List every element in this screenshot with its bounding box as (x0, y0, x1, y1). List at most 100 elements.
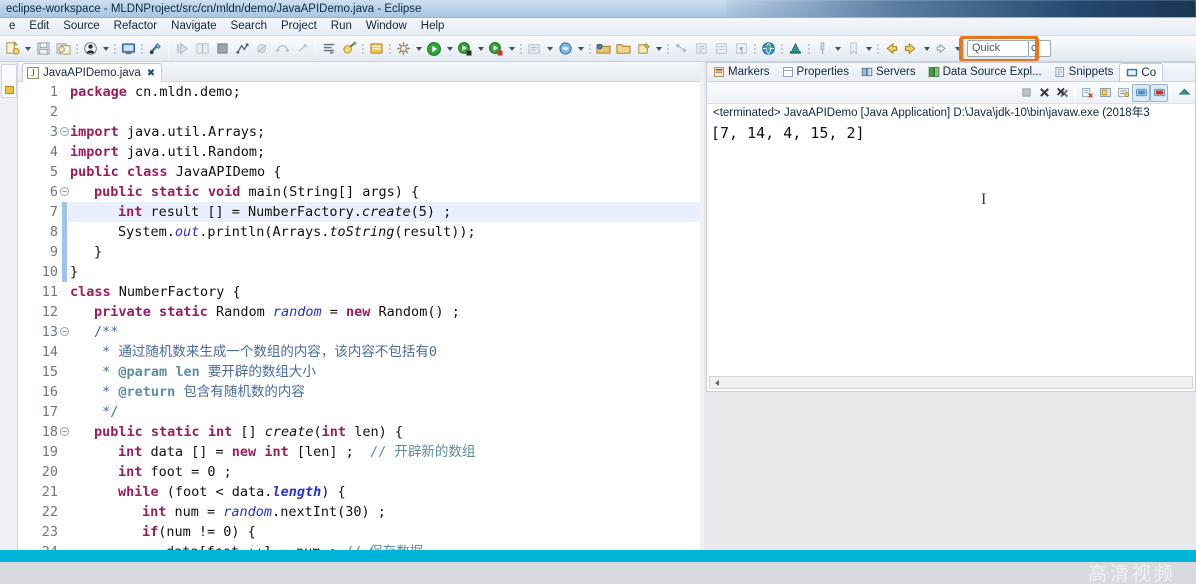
menu-item-window[interactable]: Window (359, 18, 414, 35)
console-output-text[interactable]: [7, 14, 4, 15, 2] (711, 123, 1191, 371)
skip-breakpoints-icon[interactable] (252, 39, 272, 59)
tab-snippets[interactable]: Snippets (1048, 63, 1120, 81)
scroll-lock-icon[interactable] (1096, 84, 1114, 102)
bookmark-icon[interactable] (843, 39, 863, 59)
disconnect-icon[interactable] (272, 39, 292, 59)
menu-item-search[interactable]: Search (224, 18, 274, 35)
person-icon[interactable] (80, 39, 100, 59)
tab-properties[interactable]: Properties (776, 63, 855, 81)
open-type-icon[interactable] (555, 39, 575, 59)
pin-dropdown-arrow[interactable] (832, 39, 843, 59)
menu-item-help[interactable]: Help (414, 18, 452, 35)
code-line: if(num != 0) { (142, 524, 256, 540)
pilcrow-icon[interactable]: ¶ (731, 39, 751, 59)
new-wizard-dropdown-arrow[interactable] (22, 39, 33, 59)
remove-terminated-icon[interactable] (292, 39, 312, 59)
line-number: 12 (41, 304, 58, 320)
new-java-project-icon[interactable] (593, 39, 613, 59)
profile-icon[interactable] (785, 39, 805, 59)
tab-servers-label: Servers (875, 66, 916, 78)
new-class-dropdown-arrow[interactable] (653, 39, 664, 59)
close-icon[interactable]: ✖ (147, 68, 155, 79)
fold-toggle-icon[interactable]: − (60, 187, 69, 196)
menu-item-edit[interactable]: Edit (22, 18, 56, 35)
save-all-icon[interactable] (53, 39, 73, 59)
globe-icon[interactable] (758, 39, 778, 59)
package-explorer-minimized-button[interactable] (1, 64, 17, 98)
debug-icon[interactable] (455, 39, 475, 59)
terminal-icon[interactable] (118, 39, 138, 59)
comment-icon[interactable] (691, 39, 711, 59)
menu-item-file[interactable]: e (2, 18, 22, 35)
menu-item-refactor[interactable]: Refactor (107, 18, 164, 35)
menu-item-source[interactable]: Source (56, 18, 106, 35)
next-annotation-dropdown-arrow[interactable] (952, 39, 963, 59)
terminate-icon[interactable] (1017, 84, 1035, 102)
menu-item-navigate[interactable]: Navigate (164, 18, 223, 35)
display-selected-icon[interactable] (1175, 84, 1193, 102)
save-icon[interactable] (33, 39, 53, 59)
run-icon[interactable] (424, 39, 444, 59)
list-icon[interactable] (711, 39, 731, 59)
next-annotation-icon[interactable] (932, 39, 952, 59)
tab-console[interactable]: Co (1119, 63, 1164, 81)
forward-dropdown-arrow[interactable] (921, 39, 932, 59)
run-as-icon[interactable] (486, 39, 506, 59)
build-icon[interactable] (393, 39, 413, 59)
new-wizard-icon[interactable] (2, 39, 22, 59)
run-dropdown-arrow[interactable] (444, 39, 455, 59)
coverage-icon[interactable] (319, 39, 339, 59)
external-tools-dropdown-arrow[interactable] (544, 39, 555, 59)
remove-all-launches-icon[interactable] (1053, 84, 1071, 102)
hierarchy-icon[interactable] (671, 39, 691, 59)
clear-console-icon[interactable] (1078, 84, 1096, 102)
build-dropdown-arrow[interactable] (413, 39, 424, 59)
tab-markers[interactable]: Markers (707, 63, 776, 81)
word-wrap-icon[interactable] (1114, 84, 1132, 102)
pin-console-icon[interactable] (1150, 83, 1168, 102)
back-icon[interactable] (881, 39, 901, 59)
person-dropdown-arrow[interactable] (100, 39, 111, 59)
menu-item-project[interactable]: Project (274, 18, 324, 35)
line-number: 17 (41, 404, 58, 420)
fold-toggle-icon[interactable]: − (60, 427, 69, 436)
console-toolbar-separator (1074, 84, 1075, 101)
debug-dropdown-arrow[interactable] (475, 39, 486, 59)
stop-icon[interactable] (212, 39, 232, 59)
code-area[interactable]: 1 2 3−4 5 6−7 8 9 10 11 12 13−14 15 16 17 18−19 20 21 22 2… (18, 82, 704, 556)
pin-icon[interactable] (812, 39, 832, 59)
note-icon[interactable] (366, 39, 386, 59)
console-horizontal-scrollbar[interactable] (709, 376, 1193, 389)
show-console-icon[interactable] (1132, 83, 1150, 102)
fold-toggle-icon[interactable]: − (60, 127, 69, 136)
link-icon[interactable] (145, 39, 165, 59)
collapsed-view-strip[interactable] (0, 62, 18, 556)
step-into-icon[interactable] (172, 39, 192, 59)
code-line: /** (94, 324, 119, 340)
run-as-dropdown-arrow[interactable] (506, 39, 517, 59)
forward-icon[interactable] (901, 39, 921, 59)
new-package-icon[interactable] (613, 39, 633, 59)
tab-data-source-explorer[interactable]: Data Source Expl... (922, 63, 1048, 81)
code-line: * @param len 要开辟的数组大小 (94, 364, 316, 380)
step-over-icon[interactable] (192, 39, 212, 59)
open-type-dropdown-arrow[interactable] (575, 39, 586, 59)
external-tools-icon[interactable] (524, 39, 544, 59)
quick-access-overflow[interactable]: c (1029, 40, 1051, 57)
task-icon[interactable] (339, 39, 359, 59)
code-line: public class JavaAPIDemo { (70, 164, 282, 180)
tab-servers[interactable]: Servers (855, 63, 922, 81)
quick-access-input[interactable]: Quick (967, 40, 1029, 57)
bookmark-dropdown-arrow[interactable] (863, 39, 874, 59)
fold-toggle-icon[interactable]: − (60, 327, 69, 336)
main-toolbar: ¶ Quick c (0, 36, 1196, 62)
menu-item-run[interactable]: Run (324, 18, 359, 35)
line-number: 9 (49, 244, 58, 260)
new-class-icon[interactable] (633, 39, 653, 59)
relaunch-icon[interactable] (232, 39, 252, 59)
editor-tab-javaapidemo[interactable]: J JavaAPIDemo.java ✖ (22, 63, 163, 82)
line-number: 3 (49, 124, 58, 140)
line-number: 11 (41, 284, 58, 300)
remove-launch-icon[interactable] (1035, 84, 1053, 102)
scroll-left-arrow-icon[interactable] (711, 378, 722, 387)
